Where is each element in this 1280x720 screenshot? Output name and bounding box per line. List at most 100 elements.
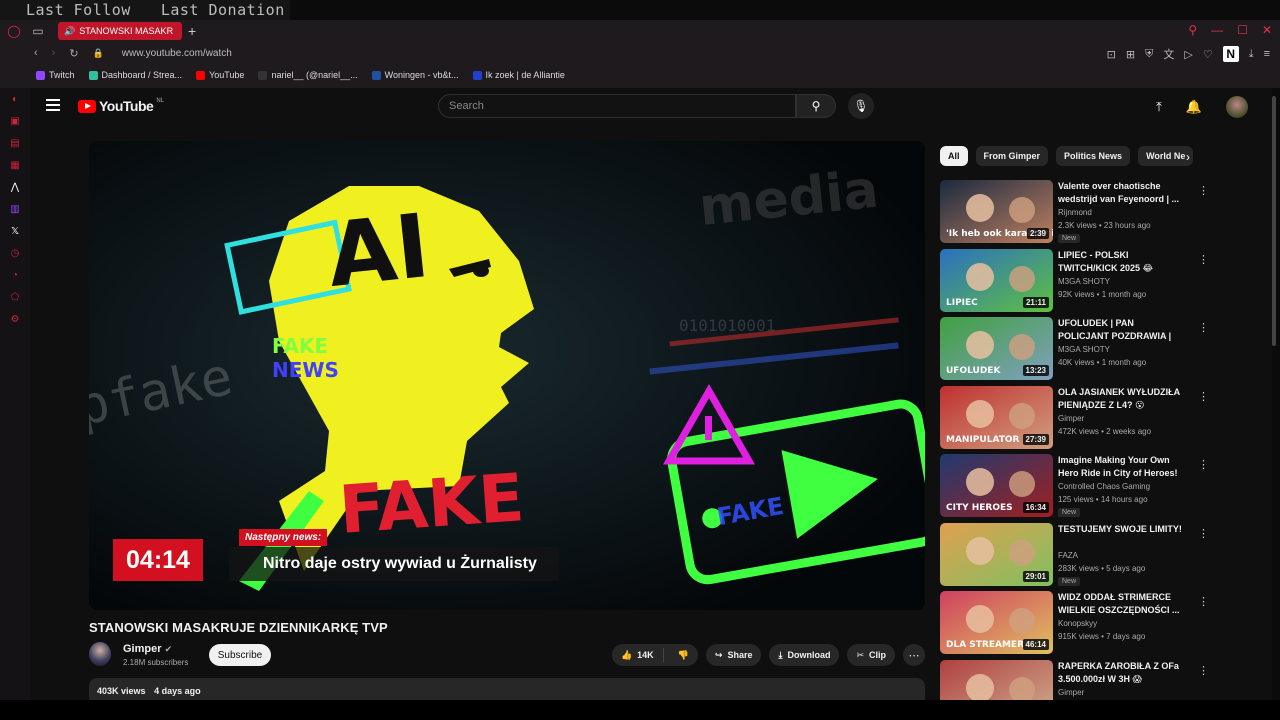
related-video-item[interactable]: DLA STREAMERKI 46:14 WIDZ ODDAŁ STRIMERCE … bbox=[940, 591, 1230, 660]
apps-icon[interactable]: ⋀ bbox=[0, 176, 30, 198]
player-side-icon[interactable]: ▦ bbox=[0, 154, 30, 176]
search-tabs-icon[interactable]: ⚲ bbox=[1188, 23, 1197, 37]
more-actions-button[interactable]: ⋯ bbox=[903, 644, 925, 666]
chip-1[interactable]: From Gimper bbox=[975, 146, 1049, 166]
x-icon[interactable]: 𝕏 bbox=[0, 220, 30, 242]
related-video-item[interactable]: CITY HEROES 16:34 Imagine Making Your Own … bbox=[940, 454, 1230, 523]
search-input[interactable]: Search bbox=[438, 94, 796, 118]
pinboard-icon[interactable]: ⬠ bbox=[0, 286, 30, 308]
like-button[interactable]: 👍 14K bbox=[612, 648, 664, 662]
flow-icon[interactable]: ▣ bbox=[0, 110, 30, 132]
twitch-icon[interactable]: ▥ bbox=[0, 198, 30, 220]
related-channel[interactable]: FAZA bbox=[1058, 551, 1078, 560]
more-vert-icon[interactable]: ⋮ bbox=[1198, 527, 1209, 540]
related-channel[interactable]: Controlled Chaos Gaming bbox=[1058, 482, 1150, 491]
share-button[interactable]: ↪ Share bbox=[705, 644, 762, 666]
tab-youtube[interactable]: 🔊 STANOWSKI MASAKR bbox=[58, 22, 182, 40]
related-title[interactable]: UFOLUDEK | PAN POLICJANT POZDRAWIA | 😂 P… bbox=[1058, 317, 1184, 343]
thumbnail[interactable]: 'Ik heb ook karakter in mij'2:39 bbox=[940, 180, 1053, 243]
search-button[interactable]: ⚲ bbox=[796, 94, 836, 118]
maximize-icon[interactable]: ☐ bbox=[1237, 23, 1248, 37]
bookmark-item[interactable]: Twitch bbox=[36, 70, 75, 80]
snapshot-icon[interactable]: ⊞ bbox=[1126, 48, 1135, 61]
clip-button[interactable]: ✂ Clip bbox=[847, 644, 895, 666]
related-title[interactable]: LIPIEC - POLSKI TWITCH/KICK 2025 😂 bbox=[1058, 249, 1184, 275]
shield-icon[interactable]: ⛨ bbox=[1145, 48, 1153, 61]
new-tab-button[interactable]: + bbox=[188, 23, 196, 39]
thumbnail[interactable]: LIPIEC 21:11 bbox=[940, 248, 1053, 312]
more-vert-icon[interactable]: ⋮ bbox=[1198, 595, 1209, 608]
related-title[interactable]: OLA JASIANEK WYŁUDZIŁA PIENIĄDZE Z L4? 😮 bbox=[1058, 386, 1184, 412]
youtube-logo[interactable]: YouTube NL bbox=[78, 98, 164, 114]
bookmark-item[interactable]: Dashboard / Strea... bbox=[88, 70, 182, 80]
thumbnail[interactable]: CITY HEROES 16:34 bbox=[940, 454, 1053, 517]
clock-icon[interactable]: ◔ bbox=[0, 264, 30, 286]
minimize-icon[interactable]: — bbox=[1211, 23, 1223, 37]
related-title[interactable]: Imagine Making Your Own Hero Ride in Cit… bbox=[1058, 454, 1184, 480]
messages-icon[interactable]: ▤ bbox=[0, 132, 30, 154]
back-icon[interactable]: ‹ bbox=[34, 47, 38, 59]
dislike-button[interactable]: 👎 bbox=[669, 650, 698, 661]
related-channel[interactable]: Gimper bbox=[1058, 688, 1084, 697]
thumbnail[interactable]: DLA STREAMERKI 46:14 bbox=[940, 591, 1053, 654]
extension-n-icon[interactable]: N bbox=[1222, 46, 1239, 62]
thumbnail[interactable]: MANIPULATOR 27:39 bbox=[940, 385, 1053, 449]
thumbnail[interactable]: UFOLUDEK 13:23 bbox=[940, 317, 1053, 380]
download-icon[interactable]: ⤓ bbox=[1249, 48, 1254, 61]
related-title[interactable]: Valente over chaotische wedstrijd van Fe… bbox=[1058, 180, 1184, 206]
translate-icon[interactable]: 文 bbox=[1163, 46, 1174, 62]
related-channel[interactable]: M3GA SHOTY bbox=[1058, 345, 1110, 354]
channel-name[interactable]: Gimper ✔ bbox=[123, 643, 172, 655]
upload-icon[interactable]: ⤒ bbox=[1156, 99, 1162, 115]
bookmark-item[interactable]: YouTube bbox=[196, 70, 244, 80]
related-title[interactable]: TESTUJEMY SWOJE LIMITY! bbox=[1058, 523, 1184, 536]
bookmark-item[interactable]: nariel__ (@nariel__... bbox=[258, 70, 358, 80]
history-icon[interactable]: ◷ bbox=[0, 242, 30, 264]
menu-icon[interactable]: ≡ bbox=[1264, 48, 1270, 60]
tab-manager-icon[interactable]: ▭ bbox=[30, 23, 46, 39]
more-vert-icon[interactable]: ⋮ bbox=[1198, 321, 1209, 334]
related-channel[interactable]: M3GA SHOTY bbox=[1058, 277, 1110, 286]
url-field[interactable]: www.youtube.com/watch bbox=[122, 48, 232, 59]
aria-icon[interactable]: ◐ bbox=[0, 88, 30, 110]
pin-icon[interactable]: ⊡ bbox=[1107, 48, 1116, 61]
heart-icon[interactable]: ♡ bbox=[1203, 48, 1213, 61]
more-vert-icon[interactable]: ⋮ bbox=[1198, 253, 1209, 266]
guide-menu-icon[interactable] bbox=[46, 99, 60, 114]
bookmark-item[interactable]: Woningen - vb&t... bbox=[371, 70, 459, 80]
related-video-item[interactable]: 29:01 TESTUJEMY SWOJE LIMITY! FAZA 283K vie… bbox=[940, 522, 1230, 592]
player-icon[interactable]: ▷ bbox=[1184, 48, 1192, 61]
related-title[interactable]: WIDZ ODDAŁ STRIMERCE WIELKIE OSZCZĘDNOŚC… bbox=[1058, 591, 1184, 617]
more-vert-icon[interactable]: ⋮ bbox=[1198, 458, 1209, 471]
avatar[interactable] bbox=[1226, 96, 1248, 118]
forward-icon[interactable]: › bbox=[52, 47, 56, 59]
bookmark-item[interactable]: Ik zoek | de Alliantie bbox=[472, 70, 565, 80]
channel-avatar[interactable] bbox=[89, 642, 111, 666]
notifications-bell-icon[interactable]: 🔔 bbox=[1186, 99, 1202, 115]
video-player[interactable]: epfake media 0101010001 AI FAKE NEWS FAK… bbox=[89, 141, 925, 610]
close-window-icon[interactable]: ✕ bbox=[1262, 23, 1272, 37]
related-video-item[interactable]: MANIPULATOR 27:39 OLA JASIANEK WYŁUDZIŁA P… bbox=[940, 385, 1230, 455]
settings-icon[interactable]: ⚙ bbox=[0, 308, 30, 330]
voice-search-button[interactable]: 🎙 bbox=[848, 93, 874, 119]
chip-0[interactable]: All bbox=[940, 146, 968, 166]
chip-2[interactable]: Politics News bbox=[1056, 146, 1131, 166]
chevron-right-icon[interactable]: › bbox=[1186, 150, 1190, 164]
thumbnail[interactable]: 29:01 bbox=[940, 522, 1053, 586]
download-button[interactable]: ⤓ Download bbox=[769, 644, 840, 666]
scrollbar[interactable] bbox=[1272, 88, 1278, 720]
related-channel[interactable]: Konopskyy bbox=[1058, 619, 1097, 628]
related-channel[interactable]: Rijnmond bbox=[1058, 208, 1092, 217]
more-vert-icon[interactable]: ⋮ bbox=[1198, 184, 1209, 197]
opera-menu-icon[interactable]: ◯ bbox=[6, 23, 22, 39]
related-channel[interactable]: Gimper bbox=[1058, 414, 1084, 423]
more-vert-icon[interactable]: ⋮ bbox=[1198, 390, 1209, 403]
related-video-item[interactable]: LIPIEC 21:11 LIPIEC - POLSKI TWITCH/KICK 2… bbox=[940, 248, 1230, 318]
reload-icon[interactable]: ↻ bbox=[69, 47, 78, 60]
related-video-item[interactable]: UFOLUDEK 13:23 UFOLUDEK | PAN POLICJANT PO… bbox=[940, 317, 1230, 386]
bookmark-favicon-icon bbox=[258, 70, 268, 80]
related-title[interactable]: RAPERKA ZAROBIŁA Z OFa 3.500.000zł W 3H … bbox=[1058, 660, 1184, 686]
related-video-item[interactable]: 'Ik heb ook karakter in mij'2:39Valente … bbox=[940, 180, 1230, 249]
more-vert-icon[interactable]: ⋮ bbox=[1198, 664, 1209, 677]
subscribe-button[interactable]: Subscribe bbox=[209, 644, 271, 666]
